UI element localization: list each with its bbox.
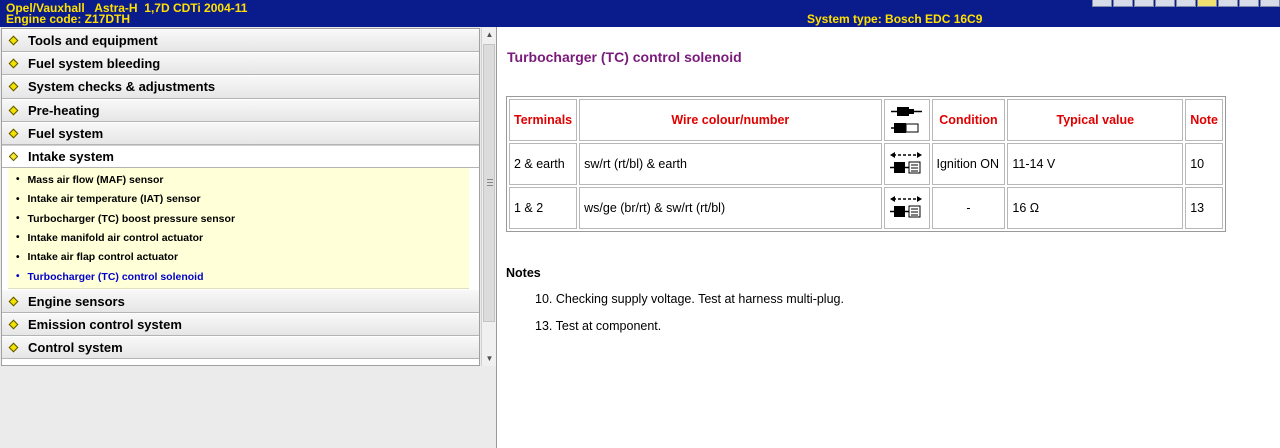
- page-title: Turbocharger (TC) control solenoid: [507, 49, 742, 65]
- toolbar-button-1[interactable]: [1092, 0, 1112, 7]
- table-header-row: Terminals Wire colour/number Condition T…: [509, 99, 1223, 141]
- diamond-icon: [8, 319, 19, 330]
- bullet-icon: •: [16, 232, 20, 244]
- nav-subitem-label: Turbocharger (TC) boost pressure sensor: [27, 212, 236, 225]
- toolbar-button-8[interactable]: [1239, 0, 1259, 7]
- bullet-icon: •: [16, 193, 20, 205]
- toolbar-button-2[interactable]: [1113, 0, 1133, 7]
- nav-category-emission-control[interactable]: Emission control system: [2, 312, 479, 336]
- cell-condition: Ignition ON: [931, 143, 1006, 185]
- nav-subitem-maf-sensor[interactable]: • Mass air flow (MAF) sensor: [8, 170, 469, 189]
- nav-category-label: Pre-heating: [28, 102, 100, 118]
- connector-unplugged-icon: [890, 107, 922, 133]
- notes-heading: Notes: [506, 266, 541, 280]
- nav-subitem-air-flap-actuator[interactable]: • Intake air flap control actuator: [8, 248, 469, 267]
- header-connector: [883, 99, 930, 141]
- cell-wire: sw/rt (rt/bl) & earth: [579, 143, 882, 185]
- cell-note: 10: [1185, 143, 1223, 185]
- nav-category-control-system[interactable]: Control system: [2, 335, 479, 360]
- nav-sublist: • Mass air flow (MAF) sensor • Intake ai…: [8, 168, 469, 290]
- table-row: 2 & earth sw/rt (rt/bl) & earth Ignition…: [509, 143, 1223, 185]
- nav-category-label: Fuel system bleeding: [28, 56, 161, 72]
- table-row: 1 & 2 ws/ge (br/rt) & sw/rt (rt/bl) - 16: [509, 187, 1223, 229]
- cell-connector: [883, 143, 930, 185]
- header-wire: Wire colour/number: [579, 99, 882, 141]
- scroll-thumb[interactable]: [483, 44, 495, 322]
- bullet-icon: •: [16, 251, 20, 263]
- toolbar-button-4[interactable]: [1155, 0, 1175, 7]
- nav-subitem-label: Intake air temperature (IAT) sensor: [27, 193, 201, 206]
- app-header: Opel/Vauxhall Astra-H 1,7D CDTi 2004-11 …: [0, 0, 1280, 27]
- system-type: System type: Bosch EDC 16C9: [807, 12, 983, 26]
- nav-subitem-tc-control-solenoid[interactable]: • Turbocharger (TC) control solenoid: [8, 267, 469, 286]
- nav-subitem-label: Intake air flap control actuator: [27, 251, 179, 264]
- nav-subitem-manifold-air-actuator[interactable]: • Intake manifold air control actuator: [8, 228, 469, 247]
- nav-category-pre-heating[interactable]: Pre-heating: [2, 98, 479, 122]
- note-item: 13. Test at component.: [535, 319, 662, 333]
- diamond-icon: [8, 296, 19, 307]
- spec-table: Terminals Wire colour/number Condition T…: [506, 96, 1226, 232]
- bullet-icon: •: [16, 174, 20, 186]
- scroll-down-arrow-icon[interactable]: ▼: [482, 352, 497, 366]
- nav-category-fuel-system[interactable]: Fuel system: [2, 121, 479, 145]
- nav-category-label: Emission control system: [28, 316, 182, 332]
- nav-category-tools[interactable]: Tools and equipment: [2, 29, 479, 53]
- nav-category-intake-system[interactable]: Intake system: [2, 144, 479, 169]
- diamond-icon: [8, 105, 19, 116]
- header-terminals: Terminals: [509, 99, 578, 141]
- connector-backprobe-icon: [889, 152, 922, 174]
- nav-subitem-label: Turbocharger (TC) control solenoid: [27, 270, 204, 283]
- toolbar-button-7[interactable]: [1218, 0, 1238, 7]
- header-condition: Condition: [931, 99, 1006, 141]
- nav-subitem-label: Intake manifold air control actuator: [27, 231, 204, 244]
- nav-category-engine-sensors[interactable]: Engine sensors: [2, 289, 479, 313]
- nav-category-label: Intake system: [28, 149, 114, 165]
- cell-connector: [883, 187, 930, 229]
- note-item: 10. Checking supply voltage. Test at har…: [535, 292, 844, 306]
- nav-scrollbar[interactable]: ▲ ▼: [481, 28, 496, 366]
- header-note: Note: [1185, 99, 1223, 141]
- bullet-icon: •: [16, 213, 20, 225]
- toolbar-button-3[interactable]: [1134, 0, 1154, 7]
- nav-subitem-label: Mass air flow (MAF) sensor: [27, 173, 164, 186]
- diamond-icon: [8, 58, 19, 69]
- left-nav-pane: Tools and equipment Fuel system bleeding…: [0, 27, 497, 448]
- cell-condition: -: [931, 187, 1006, 229]
- cell-typical: 11-14 V: [1007, 143, 1184, 185]
- engine-code: Engine code: Z17DTH: [6, 12, 131, 26]
- cell-wire: ws/ge (br/rt) & sw/rt (rt/bl): [579, 187, 882, 229]
- diamond-icon: [8, 342, 19, 353]
- cell-terminals: 2 & earth: [509, 143, 578, 185]
- nav-category-label: Tools and equipment: [28, 33, 158, 49]
- nav-category-label: Fuel system: [28, 125, 104, 141]
- content-pane: Turbocharger (TC) control solenoid Termi…: [498, 27, 1280, 448]
- nav-category-label: Engine sensors: [28, 293, 125, 309]
- diamond-icon: [8, 35, 19, 46]
- bullet-icon: •: [16, 271, 20, 283]
- cell-terminals: 1 & 2: [509, 187, 578, 229]
- cell-typical: 16 Ω: [1007, 187, 1184, 229]
- diamond-icon: [8, 128, 19, 139]
- diamond-icon: [8, 81, 19, 92]
- header-typical: Typical value: [1007, 99, 1184, 141]
- toolbar: [1092, 0, 1280, 8]
- diamond-open-icon: [8, 151, 19, 162]
- nav-category-label: Control system: [28, 339, 123, 355]
- connector-backprobe-icon: [889, 196, 922, 218]
- nav-category-label: System checks & adjustments: [28, 79, 216, 95]
- nav-subitem-iat-sensor[interactable]: • Intake air temperature (IAT) sensor: [8, 190, 469, 209]
- toolbar-button-6[interactable]: [1197, 0, 1217, 7]
- scroll-up-arrow-icon[interactable]: ▲: [482, 28, 497, 42]
- nav-category-fuel-bleeding[interactable]: Fuel system bleeding: [2, 52, 479, 76]
- nav-tree: Tools and equipment Fuel system bleeding…: [1, 28, 480, 366]
- toolbar-button-9[interactable]: [1260, 0, 1280, 7]
- nav-subitem-boost-pressure-sensor[interactable]: • Turbocharger (TC) boost pressure senso…: [8, 209, 469, 228]
- toolbar-button-5[interactable]: [1176, 0, 1196, 7]
- cell-note: 13: [1185, 187, 1223, 229]
- nav-category-system-checks[interactable]: System checks & adjustments: [2, 75, 479, 99]
